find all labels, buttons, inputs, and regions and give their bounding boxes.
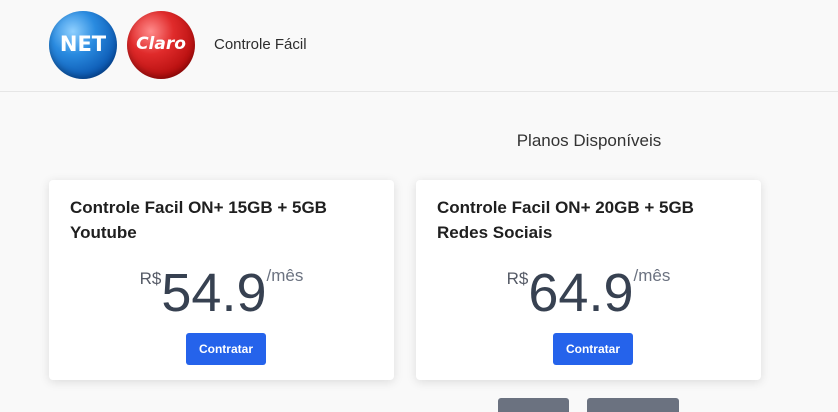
price-period: /mês [266,266,304,285]
section-title: Planos Disponíveis [516,131,662,150]
header: NET Claro Controle Fácil [0,0,838,92]
pagination-previous-button[interactable] [498,398,569,412]
claro-logo[interactable]: Claro [127,11,195,79]
brand-title: Controle Fácil [214,36,307,53]
net-logo-text: NET [59,32,107,56]
plan-card: Controle Facil ON+ 20GB + 5GB Redes Soci… [416,180,761,380]
price-period: /mês [633,266,671,285]
plan-name: Controle Facil ON+ 15GB + 5GB Youtube [70,198,327,242]
price-currency: R$ [139,269,162,288]
contratar-button[interactable]: Contratar [186,333,266,365]
pagination-next-button[interactable] [587,398,679,412]
plan-price: R$ 54.9 /mês [49,264,394,324]
plan-price: R$ 64.9 /mês [416,264,761,324]
claro-logo-text: Claro [136,34,186,54]
plan-card: Controle Facil ON+ 15GB + 5GB Youtube R$… [49,180,394,380]
price-currency: R$ [506,269,529,288]
price-amount: 64.9 [528,263,634,323]
contratar-button[interactable]: Contratar [553,333,633,365]
net-logo[interactable]: NET [49,11,117,79]
plan-name: Controle Facil ON+ 20GB + 5GB Redes Soci… [437,198,694,242]
price-amount: 54.9 [161,263,267,323]
